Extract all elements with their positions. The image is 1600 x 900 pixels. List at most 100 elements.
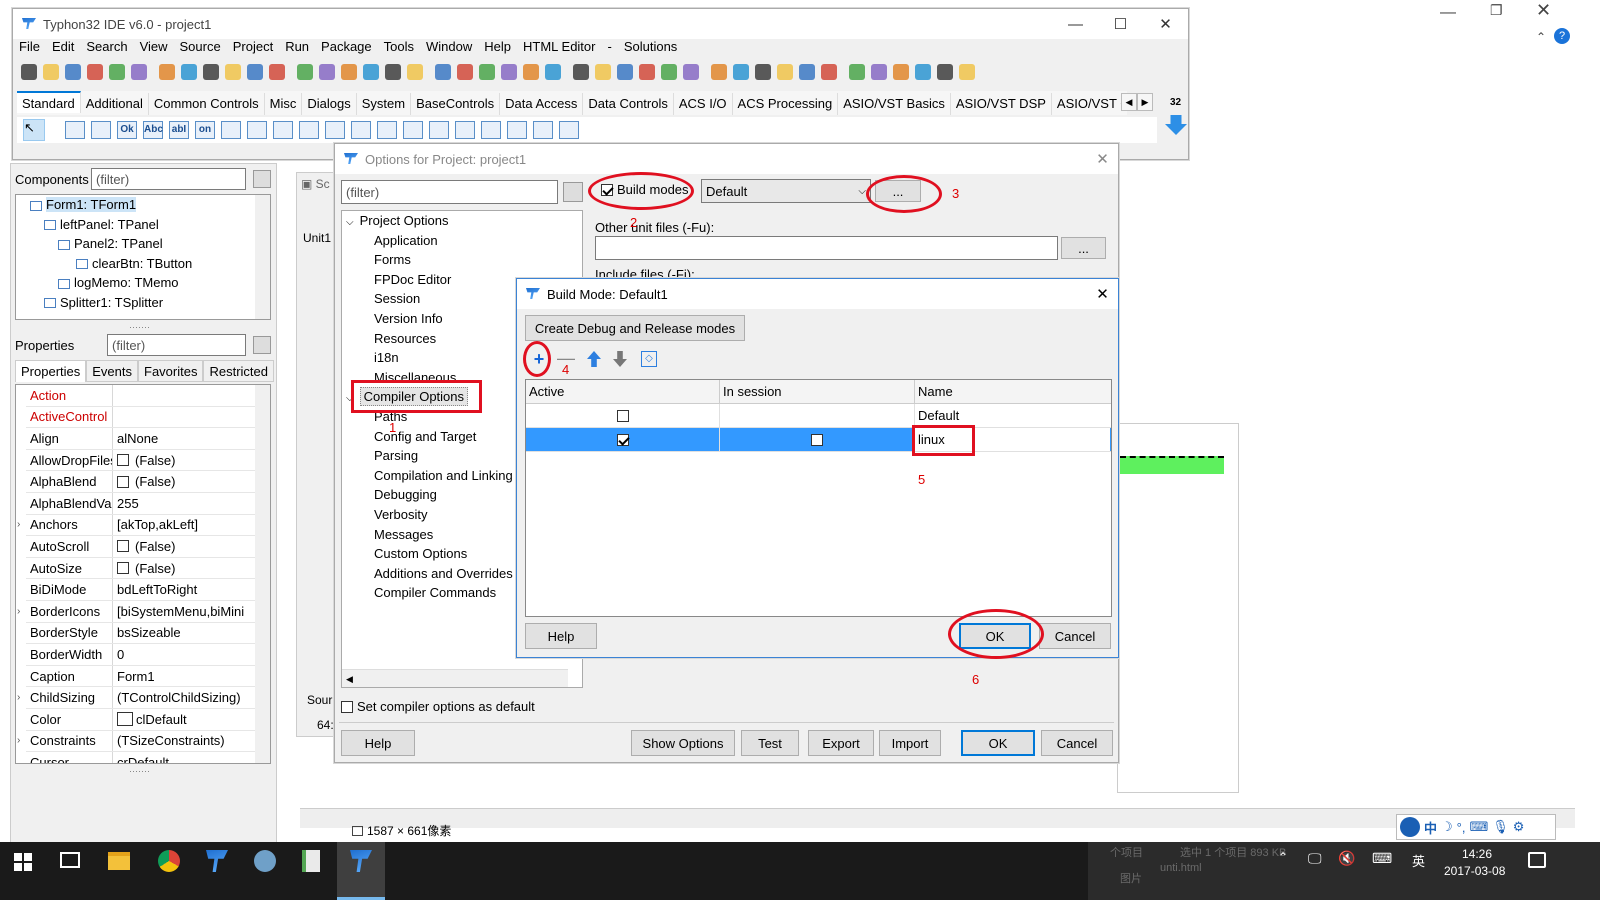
moon-icon[interactable]: ☽: [1441, 819, 1453, 835]
property-tab[interactable]: Restricted: [203, 360, 274, 382]
property-row[interactable]: AutoScroll (False): [26, 536, 266, 558]
toolbar-tool-icon[interactable]: [319, 64, 335, 80]
palette-component-icon[interactable]: [559, 121, 579, 139]
components-filter[interactable]: (filter): [91, 168, 246, 190]
options-cancel-button[interactable]: Cancel: [1041, 730, 1113, 756]
checkbox-icon[interactable]: [117, 454, 129, 467]
toolbar-tool-icon[interactable]: [821, 64, 837, 80]
expand-icon[interactable]: ›: [17, 735, 20, 746]
toolbar-tool-icon[interactable]: [755, 64, 771, 80]
menu-item[interactable]: Package: [321, 39, 378, 57]
menu-item[interactable]: HTML Editor: [523, 39, 601, 57]
clear-filter-icon-3[interactable]: [563, 182, 583, 202]
name-cell[interactable]: Default: [915, 404, 1110, 427]
editor-unit-tab[interactable]: Unit1: [303, 231, 331, 245]
properties-filter[interactable]: (filter): [107, 334, 246, 356]
property-row[interactable]: ActiveControl: [26, 406, 266, 429]
checkbox-icon[interactable]: [117, 540, 129, 553]
clear-filter-icon-2[interactable]: [253, 336, 271, 354]
property-row[interactable]: BorderWidth 0: [26, 644, 266, 666]
toolbar-tool-icon[interactable]: [297, 64, 313, 80]
menu-item[interactable]: View: [140, 39, 174, 57]
property-row[interactable]: AlphaBlendVal 255: [26, 493, 266, 515]
menu-item[interactable]: Edit: [52, 39, 80, 57]
toolbar-tool-icon[interactable]: [407, 64, 423, 80]
session-cell[interactable]: [720, 404, 915, 427]
chrome-icon[interactable]: [158, 850, 180, 872]
checkbox-icon[interactable]: [616, 409, 629, 422]
build-mode-row[interactable]: linux: [526, 428, 1111, 452]
expand-icon[interactable]: ›: [17, 519, 20, 530]
gear-icon[interactable]: ⚙: [1513, 819, 1525, 835]
component-tree-item[interactable]: Form1: TForm1: [30, 197, 137, 212]
move-up-icon[interactable]: [587, 351, 601, 367]
col-active-header[interactable]: Active: [526, 380, 720, 403]
property-row[interactable]: AllowDropFiles (False): [26, 449, 266, 472]
import-button[interactable]: Import: [879, 730, 941, 756]
property-row[interactable]: › BorderIcons [biSystemMenu,biMini: [17, 601, 266, 623]
other-unit-dots-button[interactable]: ...: [1061, 237, 1106, 259]
toolbar-tool-icon[interactable]: [617, 64, 633, 80]
options-tree-item[interactable]: Resources: [374, 331, 436, 346]
property-row[interactable]: Align alNone: [26, 428, 266, 450]
toolbar-tool-icon[interactable]: [203, 64, 219, 80]
ime-tray-icon[interactable]: 英: [1412, 851, 1425, 870]
tab-scroll-left[interactable]: ◀: [1121, 93, 1137, 111]
toolbar-tool-icon[interactable]: [247, 64, 263, 80]
build-help-button[interactable]: Help: [525, 623, 597, 649]
clear-filter-icon[interactable]: [253, 170, 271, 188]
tray-chevron-icon[interactable]: ⌃: [1278, 850, 1288, 864]
options-ok-button[interactable]: OK: [961, 730, 1035, 756]
checkbox-icon[interactable]: [616, 433, 629, 446]
property-row[interactable]: › ChildSizing (TControlChildSizing): [17, 687, 266, 709]
options-tree-item[interactable]: FPDoc Editor: [374, 272, 451, 287]
create-debug-release-button[interactable]: Create Debug and Release modes: [525, 315, 745, 341]
options-tree-item[interactable]: Version Info: [374, 311, 443, 326]
toolbar-tool-icon[interactable]: [109, 64, 125, 80]
palette-component-icon[interactable]: Abc: [143, 121, 163, 139]
volume-mute-icon[interactable]: 🔇: [1338, 850, 1355, 867]
menu-item[interactable]: Search: [86, 39, 133, 57]
menu-item[interactable]: Tools: [384, 39, 420, 57]
property-row[interactable]: › Constraints (TSizeConstraints): [17, 730, 266, 753]
toolbar-tool-icon[interactable]: [777, 64, 793, 80]
palette-tab[interactable]: ACS I/O: [674, 93, 733, 115]
options-tree-item[interactable]: Debugging: [374, 487, 437, 502]
expand-icon[interactable]: ›: [17, 692, 20, 703]
tab-scroll-right[interactable]: ▶: [1137, 93, 1153, 111]
set-default-checkbox[interactable]: Set compiler options as default: [341, 699, 535, 714]
task-view-icon[interactable]: [60, 852, 80, 868]
chevron-up-icon[interactable]: ⌃: [1536, 30, 1546, 44]
mic-icon[interactable]: 🎙: [1492, 819, 1509, 835]
notepad-taskbar-icon[interactable]: [302, 850, 320, 872]
component-tree-item[interactable]: leftPanel: TPanel: [44, 217, 159, 232]
palette-component-icon[interactable]: [377, 121, 397, 139]
toolbar-tool-icon[interactable]: [849, 64, 865, 80]
options-tree-hscroll[interactable]: ◀: [342, 669, 568, 687]
toolbar-tool-icon[interactable]: [385, 64, 401, 80]
toolbar-tool-icon[interactable]: [915, 64, 931, 80]
toolbar-tool-icon[interactable]: [545, 64, 561, 80]
pointer-tool-icon[interactable]: ↖: [23, 119, 45, 141]
options-tree-item[interactable]: Compilation and Linking: [374, 468, 513, 483]
build-cancel-button[interactable]: Cancel: [1039, 623, 1111, 649]
palette-tab[interactable]: ASIO/VST DSP: [951, 93, 1052, 115]
palette-component-icon[interactable]: [351, 121, 371, 139]
options-tree-item[interactable]: i18n: [374, 350, 399, 365]
toolbar-tool-icon[interactable]: [269, 64, 285, 80]
expand-icon[interactable]: ›: [17, 606, 20, 617]
menu-item[interactable]: -: [607, 39, 617, 57]
chevron-down-icon[interactable]: ⌵: [346, 217, 354, 228]
options-help-button[interactable]: Help: [341, 730, 415, 756]
options-tree-item[interactable]: Parsing: [374, 448, 418, 463]
palette-tab[interactable]: Standard: [17, 91, 81, 113]
property-row[interactable]: › Anchors [akTop,akLeft]: [17, 514, 266, 537]
toolbar-tool-icon[interactable]: [799, 64, 815, 80]
palette-component-icon[interactable]: [455, 121, 475, 139]
palette-component-icon[interactable]: abI: [169, 121, 189, 139]
palette-tab[interactable]: BaseControls: [411, 93, 501, 115]
palette-component-icon[interactable]: [91, 121, 111, 139]
toolbar-tool-icon[interactable]: [181, 64, 197, 80]
ime-mode[interactable]: 中: [1424, 818, 1437, 837]
maximize-button[interactable]: ☐: [1098, 9, 1143, 39]
